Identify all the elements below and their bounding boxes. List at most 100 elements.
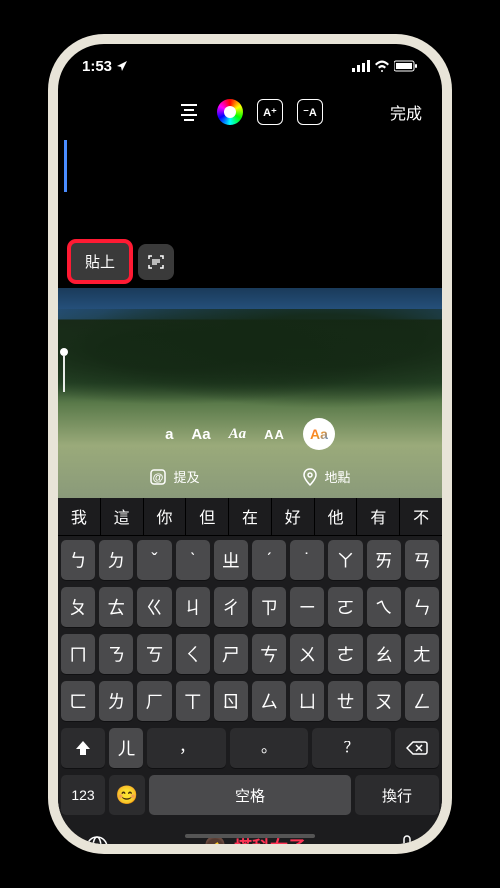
font-option-active[interactable]: Aa xyxy=(303,418,335,450)
font-option[interactable]: Aa xyxy=(229,426,247,443)
key[interactable]: ㄙ xyxy=(252,681,286,721)
key[interactable]: ㄦ xyxy=(109,728,143,768)
key[interactable]: ˋ xyxy=(176,540,210,580)
key[interactable]: ㄌ xyxy=(99,681,133,721)
return-key[interactable]: 換行 xyxy=(355,775,439,815)
align-icon[interactable] xyxy=(175,98,203,126)
key[interactable]: ㄛ xyxy=(328,587,362,627)
svg-text:？: ？ xyxy=(344,741,359,755)
key[interactable]: ㄈ xyxy=(61,681,95,721)
text-cursor xyxy=(63,356,65,392)
keyboard-bottom-row: 123 😊 空格 換行 xyxy=(61,775,439,815)
key[interactable]: ㄧ xyxy=(290,587,324,627)
question-key[interactable]: ？ xyxy=(312,728,390,768)
tag-row: @ 提及 地點 xyxy=(58,467,442,486)
key[interactable]: ㄋ xyxy=(99,634,133,674)
period-key[interactable]: 。 xyxy=(230,728,308,768)
key[interactable]: ㄩ xyxy=(290,681,324,721)
key[interactable]: ㄓ xyxy=(214,540,248,580)
suggestion[interactable]: 但 xyxy=(186,496,229,535)
emoji-key[interactable]: 😊 xyxy=(109,775,145,815)
key[interactable]: ㄝ xyxy=(328,681,362,721)
key[interactable]: ㄘ xyxy=(252,634,286,674)
key[interactable]: ㄠ xyxy=(367,634,401,674)
key[interactable]: ㄒ xyxy=(176,681,210,721)
text-effect-1-button[interactable]: A⁺ xyxy=(257,99,283,125)
signal-icon xyxy=(352,60,370,72)
key[interactable]: ㄊ xyxy=(99,587,133,627)
done-button[interactable]: 完成 xyxy=(390,100,422,124)
suggestion[interactable]: 你 xyxy=(144,496,187,535)
suggestion[interactable]: 有 xyxy=(357,496,400,535)
scan-text-button[interactable] xyxy=(138,244,174,280)
mention-button[interactable]: @ 提及 xyxy=(149,467,199,486)
dictation-key[interactable] xyxy=(399,835,415,844)
suggestion[interactable]: 這 xyxy=(101,496,144,535)
suggestion[interactable]: 我 xyxy=(58,496,101,535)
key[interactable]: ㄢ xyxy=(405,540,439,580)
screen: 1:53 A⁺ ⁻A 完成 貼上 xyxy=(58,44,442,844)
backspace-key[interactable] xyxy=(395,728,439,768)
space-key[interactable]: 空格 xyxy=(149,775,351,815)
key[interactable]: ㄚ xyxy=(328,540,362,580)
suggestion[interactable]: 他 xyxy=(315,496,358,535)
slider-track[interactable] xyxy=(64,140,67,192)
key[interactable]: ㄅ xyxy=(61,540,95,580)
keyboard-suggestions: 我 這 你 但 在 好 他 有 不 xyxy=(58,496,442,536)
numbers-key[interactable]: 123 xyxy=(61,775,105,815)
key[interactable]: ㄟ xyxy=(367,587,401,627)
key[interactable]: ˙ xyxy=(290,540,324,580)
key[interactable]: ㄜ xyxy=(328,634,362,674)
key[interactable]: ㄍ xyxy=(137,587,171,627)
shift-key[interactable] xyxy=(61,728,105,768)
key[interactable]: ㄖ xyxy=(214,681,248,721)
key[interactable]: ㄞ xyxy=(367,540,401,580)
key-row-5: ㄦ ， 。 ？ xyxy=(61,728,439,768)
globe-key[interactable] xyxy=(85,835,109,844)
suggestion[interactable]: 不 xyxy=(400,496,442,535)
keyboard: ㄅㄉˇˋㄓˊ˙ㄚㄞㄢ ㄆㄊㄍㄐㄔㄗㄧㄛㄟㄣ ㄇㄋㄎㄑㄕㄘㄨㄜㄠㄤ ㄈㄌㄏㄒㄖㄙㄩ… xyxy=(58,536,442,844)
battery-icon xyxy=(394,60,418,72)
pin-icon xyxy=(302,468,318,486)
key[interactable]: ㄑ xyxy=(176,634,210,674)
mention-icon: @ xyxy=(149,468,167,486)
color-picker-icon[interactable] xyxy=(217,99,243,125)
key[interactable]: ㄡ xyxy=(367,681,401,721)
suggestion[interactable]: 好 xyxy=(272,496,315,535)
key[interactable]: ㄨ xyxy=(290,634,324,674)
font-option[interactable]: a xyxy=(165,426,173,443)
slider-handle[interactable] xyxy=(60,348,68,356)
wifi-icon xyxy=(374,60,390,72)
location-button[interactable]: 地點 xyxy=(302,467,350,486)
phone-frame: 1:53 A⁺ ⁻A 完成 貼上 xyxy=(48,34,452,854)
key[interactable]: ˊ xyxy=(252,540,286,580)
key[interactable]: ㄗ xyxy=(252,587,286,627)
font-option[interactable]: Aa xyxy=(191,426,210,443)
key[interactable]: ㄏ xyxy=(137,681,171,721)
home-indicator[interactable] xyxy=(185,834,315,838)
context-menu: 貼上 xyxy=(68,240,174,283)
svg-text:@: @ xyxy=(153,472,164,484)
key[interactable]: ㄎ xyxy=(137,634,171,674)
text-effect-2-button[interactable]: ⁻A xyxy=(297,99,323,125)
key[interactable]: ㄐ xyxy=(176,587,210,627)
suggestion[interactable]: 在 xyxy=(229,496,272,535)
editor-canvas[interactable]: 貼上 a Aa Aa AA Aa @ 提及 xyxy=(58,136,442,496)
comma-key[interactable]: ， xyxy=(147,728,225,768)
key[interactable]: ㄇ xyxy=(61,634,95,674)
key[interactable]: ㄤ xyxy=(405,634,439,674)
key[interactable]: ˇ xyxy=(137,540,171,580)
paste-button[interactable]: 貼上 xyxy=(68,240,132,283)
key[interactable]: ㄆ xyxy=(61,587,95,627)
key[interactable]: ㄥ xyxy=(405,681,439,721)
key[interactable]: ㄕ xyxy=(214,634,248,674)
font-option[interactable]: AA xyxy=(264,427,285,442)
key[interactable]: ㄣ xyxy=(405,587,439,627)
svg-text:。: 。 xyxy=(261,741,277,755)
key[interactable]: ㄉ xyxy=(99,540,133,580)
key[interactable]: ㄔ xyxy=(214,587,248,627)
font-selector-row: a Aa Aa AA Aa xyxy=(58,418,442,450)
status-time: 1:53 xyxy=(82,58,112,75)
svg-text:，: ， xyxy=(179,741,195,755)
location-icon xyxy=(116,60,128,72)
